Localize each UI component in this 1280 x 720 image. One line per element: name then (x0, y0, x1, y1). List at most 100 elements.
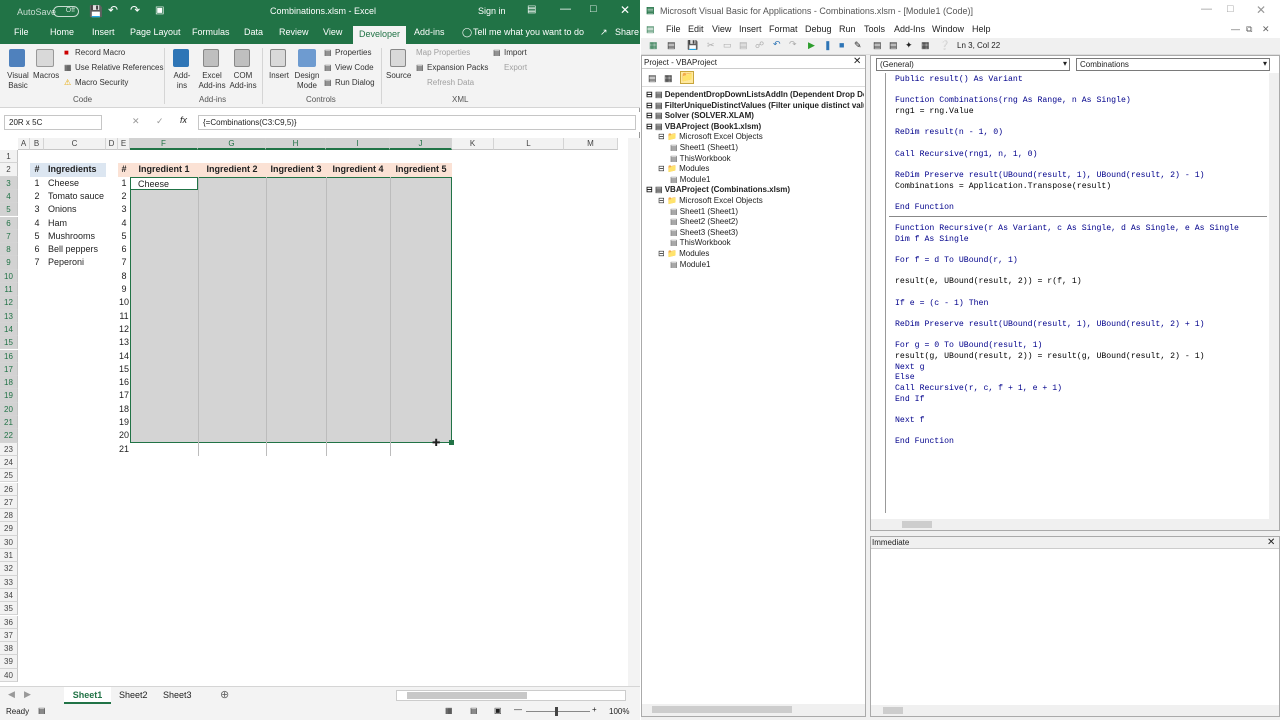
properties-button[interactable]: Properties (335, 48, 371, 57)
selected-range[interactable] (130, 176, 452, 443)
row-header[interactable]: 26 (0, 482, 18, 496)
row-header[interactable]: 10 (0, 269, 18, 283)
code-line[interactable]: Call Recursive(rng1, n, 1, 0) (895, 150, 1038, 160)
cell[interactable]: 13 (118, 336, 130, 349)
function-icon[interactable]: fx (180, 115, 187, 125)
prev-sheet-icon[interactable]: ◀ (8, 689, 15, 700)
tree-item[interactable]: ⊟ 📁 Microsoft Excel Objects (658, 132, 763, 142)
record-macro-button[interactable]: Record Macro (75, 48, 125, 57)
row-header[interactable]: 5 (0, 203, 18, 217)
scroll-thumb[interactable] (652, 706, 792, 713)
map-properties-button[interactable]: Map Properties (416, 48, 470, 57)
project-tree[interactable]: ⊟ ▤ DependentDropDownListsAddIn (Depende… (642, 90, 864, 700)
tab-view[interactable]: View (323, 27, 342, 37)
expand-icon[interactable]: ⊟ (658, 249, 667, 258)
column-header[interactable]: H (266, 138, 326, 150)
tree-item[interactable]: ⊟ ▤ Solver (SOLVER.XLAM) (646, 111, 754, 121)
normal-view-icon[interactable]: ▦ (445, 706, 453, 715)
code-hscrollbar[interactable] (871, 519, 1279, 530)
row-header[interactable]: 3 (0, 176, 18, 190)
zoom-out-icon[interactable]: — (514, 705, 522, 714)
cell[interactable]: # (118, 163, 130, 177)
tree-item[interactable]: ⊟ ▤ DependentDropDownListsAddIn (Depende… (646, 90, 864, 100)
row-header[interactable]: 38 (0, 642, 18, 656)
tab-review[interactable]: Review (279, 27, 309, 37)
cell[interactable]: 21 (118, 443, 130, 456)
code-line[interactable]: rng1 = rng.Value (895, 107, 974, 117)
scroll-thumb[interactable] (902, 521, 932, 528)
expansion-packs-button[interactable]: Expansion Packs (427, 63, 488, 72)
cell[interactable]: 6 (118, 243, 130, 256)
name-box[interactable]: 20R x 5C (4, 115, 102, 130)
tree-item[interactable]: ▤ ThisWorkbook (670, 154, 731, 164)
redo-icon[interactable]: ↷ (130, 3, 140, 17)
tree-item[interactable]: ⊟ 📁 Microsoft Excel Objects (658, 196, 763, 206)
cell[interactable]: # (30, 163, 44, 177)
row-header[interactable]: 40 (0, 668, 18, 682)
cell[interactable]: 20 (118, 429, 130, 442)
insert-control-button[interactable]: Insert (269, 71, 289, 80)
cell[interactable]: 4 (30, 217, 44, 230)
code-line[interactable]: Function Combinations(rng As Range, n As… (895, 96, 1131, 106)
touch-mode-icon[interactable]: ▣ (155, 5, 164, 16)
cell[interactable]: Bell peppers (44, 243, 106, 256)
cell[interactable]: 2 (30, 190, 44, 203)
column-header[interactable]: M (564, 138, 618, 150)
row-header[interactable]: 8 (0, 243, 18, 257)
tab-insert[interactable]: Insert (92, 27, 115, 37)
column-header[interactable]: D (106, 138, 118, 150)
code-line[interactable]: ReDim result(n - 1, 0) (895, 128, 1003, 138)
expand-icon[interactable]: ⊟ (646, 185, 655, 194)
code-line[interactable]: ReDim Preserve result(UBound(result, 1),… (895, 320, 1205, 330)
sheet-tab-sheet2[interactable]: Sheet2 (119, 690, 148, 700)
row-header[interactable]: 23 (0, 442, 18, 456)
row-header[interactable]: 11 (0, 283, 18, 297)
code-line[interactable]: Dim f As Single (895, 235, 969, 245)
row-header[interactable]: 13 (0, 309, 18, 323)
zoom-slider-thumb[interactable] (555, 707, 558, 716)
expand-icon[interactable]: ⊟ (646, 111, 655, 120)
tree-item[interactable]: ▤ Sheet3 (Sheet3) (670, 228, 738, 238)
code-line[interactable]: Function Recursive(r As Variant, c As Si… (895, 224, 1239, 234)
paste-icon[interactable]: ▤ (739, 40, 748, 51)
menu-view[interactable]: View (712, 24, 731, 34)
com-addins-button[interactable]: COM Add-ins (228, 71, 258, 91)
tree-item[interactable]: ⊟ 📁 Modules (658, 164, 709, 174)
code-line[interactable]: Else (895, 373, 915, 383)
properties-window-icon[interactable]: ▤ (889, 40, 898, 51)
column-header[interactable]: B (30, 138, 44, 150)
next-sheet-icon[interactable]: ▶ (24, 689, 31, 700)
minimize-icon[interactable]: — (560, 3, 571, 15)
row-header[interactable]: 33 (0, 575, 18, 589)
menu-addins[interactable]: Add-Ins (894, 24, 925, 34)
expand-icon[interactable]: ⊟ (658, 132, 667, 141)
row-header[interactable]: 2 (0, 163, 18, 177)
scroll-thumb[interactable] (883, 707, 903, 714)
cell[interactable]: 17 (118, 389, 130, 402)
macro-security-button[interactable]: Macro Security (75, 78, 128, 87)
cancel-icon[interactable]: ✕ (132, 116, 140, 127)
cell[interactable]: 3 (118, 203, 130, 216)
cell[interactable]: 11 (118, 310, 130, 323)
cell[interactable]: Ingredient 5 (390, 163, 452, 177)
tree-item[interactable]: ⊟ ▤ VBAProject (Book1.xlsm) (646, 122, 761, 132)
signin-link[interactable]: Sign in (478, 6, 506, 16)
column-header[interactable]: I (326, 138, 390, 150)
add-sheet-icon[interactable]: ⊕ (220, 688, 229, 701)
doc-restore-icon[interactable]: ⧉ (1246, 24, 1252, 35)
immediate-close-icon[interactable]: ✕ (1267, 537, 1275, 548)
cell[interactable]: Ham (44, 217, 106, 230)
cell[interactable]: 18 (118, 403, 130, 416)
row-header[interactable]: 39 (0, 655, 18, 669)
code-line[interactable]: End Function (895, 437, 954, 447)
cell[interactable]: 6 (30, 243, 44, 256)
reset-icon[interactable]: ■ (839, 40, 844, 50)
tree-item[interactable]: ▤ Module1 (670, 260, 710, 270)
enter-icon[interactable]: ✓ (156, 116, 164, 127)
find-icon[interactable]: ☍ (755, 40, 764, 51)
code-line[interactable]: End Function (895, 203, 954, 213)
code-line[interactable]: ReDim Preserve result(UBound(result, 1),… (895, 171, 1205, 181)
vba-close-icon[interactable]: ✕ (1256, 3, 1266, 17)
row-header[interactable]: 7 (0, 229, 18, 244)
zoom-in-icon[interactable]: + (592, 705, 597, 714)
